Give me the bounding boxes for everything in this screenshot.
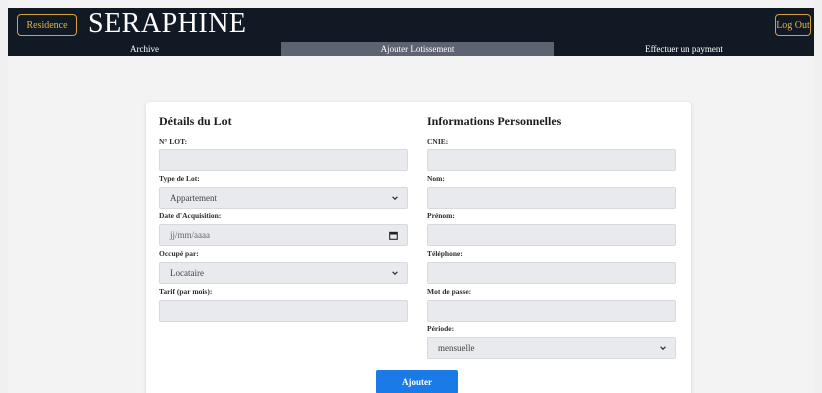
lot-number-label: N° LOT: [159,137,188,146]
calendar-icon[interactable] [389,231,398,240]
submit-button[interactable]: Ajouter [376,370,458,393]
chevron-down-icon [660,346,666,351]
tab-archive[interactable]: Archive [8,42,281,56]
acquisition-date-label: Date d'Acquisition: [159,211,222,220]
acquisition-date-input[interactable]: jj/mm/aaaa [159,224,408,246]
residence-button[interactable]: Residence [17,14,77,36]
acquisition-date-placeholder: jj/mm/aaaa [170,230,210,240]
occupied-by-label: Occupé par: [159,249,199,258]
occupied-by-value: Locataire [170,268,204,278]
top-navbar: Residence SERAPHINE Log Out [8,8,814,42]
tab-effectuer-payment[interactable]: Effectuer un payment [554,42,814,56]
chevron-down-icon [392,196,398,201]
personal-info-title: Informations Personnelles [427,114,562,128]
left-edge [0,0,8,393]
password-input[interactable] [427,300,676,322]
password-label: Mot de passe: [427,287,472,296]
periode-value: mensuelle [438,343,475,353]
lot-type-select[interactable]: Appartement [159,187,408,209]
cnie-label: CNIE: [427,137,449,146]
lot-form-card: Détails du Lot N° LOT: Type de Lot: Appa… [146,102,691,393]
right-edge [814,0,822,393]
prenom-label: Prénom: [427,211,455,220]
telephone-label: Téléphone: [427,249,463,258]
periode-label: Période: [427,324,455,333]
periode-select[interactable]: mensuelle [427,337,676,359]
brand-logo: SERAPHINE [88,8,247,39]
occupied-by-select[interactable]: Locataire [159,262,408,284]
monthly-rate-label: Tarif (par mois): [159,287,213,296]
lot-number-input[interactable] [159,149,408,171]
nom-label: Nom: [427,174,445,183]
lot-type-value: Appartement [170,193,217,203]
telephone-input[interactable] [427,262,676,284]
lot-type-label: Type de Lot: [159,174,200,183]
prenom-input[interactable] [427,224,676,246]
nom-input[interactable] [427,187,676,209]
cnie-input[interactable] [427,149,676,171]
monthly-rate-input[interactable] [159,300,408,322]
logout-button[interactable]: Log Out [775,14,811,36]
chevron-down-icon [392,271,398,276]
lot-details-title: Détails du Lot [159,114,232,128]
tab-bar: Archive Ajouter Lotissement Effectuer un… [8,42,814,56]
tab-ajouter-lotissement[interactable]: Ajouter Lotissement [281,42,554,56]
